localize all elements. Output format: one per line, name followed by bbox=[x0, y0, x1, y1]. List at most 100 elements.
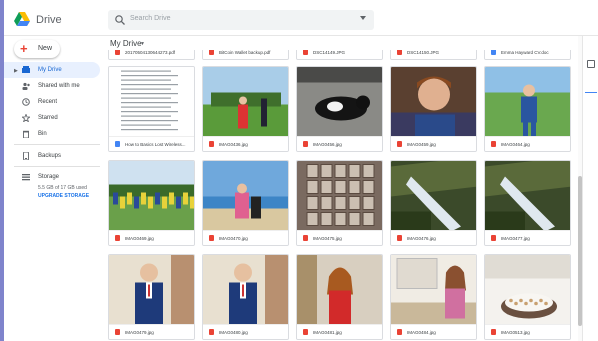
file-name: IMAG0459.jpg bbox=[407, 142, 436, 147]
image-file-icon bbox=[397, 50, 402, 55]
star-icon bbox=[22, 114, 30, 122]
drive-window: Drive Search Drive + New ▶ My Drive Shar… bbox=[0, 0, 598, 341]
file-name: IMAG0481.jpg bbox=[313, 330, 342, 335]
file-name-bar[interactable]: IMAG0479.jpg bbox=[109, 324, 194, 339]
file-name: IMAG0456.jpg bbox=[313, 142, 342, 147]
file-tile[interactable]: 20170504130644273.pdf bbox=[108, 50, 195, 60]
search-options-icon[interactable] bbox=[360, 16, 366, 20]
file-tile[interactable]: How to Basics Lost Wireless... bbox=[108, 66, 195, 152]
file-name-bar[interactable]: Emma Hayward CV.doc bbox=[485, 50, 570, 59]
file-name-bar[interactable]: IMAG0456.jpg bbox=[297, 136, 382, 151]
image-file-icon bbox=[397, 141, 402, 147]
file-name: IMAG0436.jpg bbox=[219, 142, 248, 147]
file-tile[interactable]: IMAG0479.jpg bbox=[108, 254, 195, 340]
file-name: IMAG0477.jpg bbox=[501, 236, 530, 241]
file-tile[interactable]: IMAG0513.jpg bbox=[484, 254, 571, 340]
file-name-bar[interactable]: How to Basics Lost Wireless... bbox=[109, 136, 194, 151]
file-tile[interactable]: IMAG0459.jpg bbox=[390, 66, 477, 152]
file-thumbnail[interactable] bbox=[391, 67, 477, 138]
pdf-file-icon bbox=[115, 50, 120, 55]
file-tile[interactable]: IMAG0469.jpg bbox=[108, 160, 195, 246]
image-file-icon bbox=[115, 235, 120, 241]
file-name-bar[interactable]: IMAG0459.jpg bbox=[391, 136, 476, 151]
sidebar-item-storage[interactable]: Storage bbox=[4, 169, 100, 185]
sidebar-item-starred[interactable]: Starred bbox=[4, 110, 100, 126]
file-name-bar[interactable]: IMAG0481.jpg bbox=[297, 324, 382, 339]
file-thumbnail[interactable] bbox=[297, 67, 383, 138]
file-tile[interactable]: BitCoin Wallet backup.pdf bbox=[202, 50, 289, 60]
file-name-bar[interactable]: IMAG0477.jpg bbox=[485, 230, 570, 245]
file-tile[interactable]: IMAG0476.jpg bbox=[390, 160, 477, 246]
file-tile[interactable]: IMAG0481.jpg bbox=[296, 254, 383, 340]
new-button-label: New bbox=[38, 45, 53, 52]
sidebar-item-shared[interactable]: Shared with me bbox=[4, 78, 100, 94]
file-name: IMAG0476.jpg bbox=[407, 236, 436, 241]
file-thumbnail[interactable] bbox=[391, 255, 477, 326]
file-name-bar[interactable]: DSC14150.JPG bbox=[391, 50, 476, 59]
sidebar-divider bbox=[14, 166, 100, 167]
file-name-bar[interactable]: BitCoin Wallet backup.pdf bbox=[203, 50, 288, 59]
file-tile[interactable]: IMAG0480.jpg bbox=[202, 254, 289, 340]
file-tile[interactable]: DSC14150.JPG bbox=[390, 50, 477, 60]
storage-usage-text: 5.5 GB of 17 GB used bbox=[38, 185, 87, 191]
image-file-icon bbox=[303, 329, 308, 335]
file-name: IMAG0470.jpg bbox=[219, 236, 248, 241]
file-tile[interactable]: IMAG0484.jpg bbox=[390, 254, 477, 340]
file-tile[interactable]: IMAG0436.jpg bbox=[202, 66, 289, 152]
file-tile[interactable]: IMAG0477.jpg bbox=[484, 160, 571, 246]
sidebar-item-my-drive[interactable]: ▶ My Drive bbox=[4, 62, 100, 78]
file-thumbnail[interactable] bbox=[297, 255, 383, 326]
file-name-bar[interactable]: IMAG0513.jpg bbox=[485, 324, 570, 339]
file-name-bar[interactable]: IMAG0436.jpg bbox=[203, 136, 288, 151]
file-name-bar[interactable]: IMAG0469.jpg bbox=[109, 230, 194, 245]
search-input[interactable]: Search Drive bbox=[130, 15, 170, 22]
chevron-down-icon[interactable]: ▼ bbox=[140, 41, 145, 47]
file-name-bar[interactable]: IMAG0480.jpg bbox=[203, 324, 288, 339]
file-thumbnail[interactable] bbox=[109, 255, 195, 326]
main-content: My Drive ▼ 20170504130644273.pdf BitCoin … bbox=[104, 36, 578, 341]
file-tile[interactable]: IMAG0464.jpg bbox=[484, 66, 571, 152]
file-name-bar[interactable]: IMAG0475.jpg bbox=[297, 230, 382, 245]
file-tile[interactable]: IMAG0470.jpg bbox=[202, 160, 289, 246]
sidebar-item-recent[interactable]: Recent bbox=[4, 94, 100, 110]
file-thumbnail[interactable] bbox=[203, 161, 289, 232]
breadcrumb[interactable]: My Drive bbox=[110, 39, 142, 48]
top-bar: Drive Search Drive bbox=[4, 0, 598, 36]
sidebar-item-backups[interactable]: Backups bbox=[4, 148, 100, 164]
new-button[interactable]: + New bbox=[14, 40, 60, 58]
file-thumbnail[interactable] bbox=[109, 67, 195, 138]
file-name-bar[interactable]: IMAG0484.jpg bbox=[391, 324, 476, 339]
file-name-bar[interactable]: IMAG0470.jpg bbox=[203, 230, 288, 245]
sidebar-item-label: Backups bbox=[38, 153, 62, 159]
bin-icon bbox=[23, 130, 29, 138]
upgrade-storage-link[interactable]: UPGRADE STORAGE bbox=[38, 193, 89, 199]
file-tile[interactable]: Emma Hayward CV.doc bbox=[484, 50, 571, 60]
file-thumbnail[interactable] bbox=[391, 161, 477, 232]
image-file-icon bbox=[303, 50, 308, 55]
sidebar-item-bin[interactable]: Bin bbox=[4, 126, 100, 142]
file-tile[interactable]: DSC14149.JPG bbox=[296, 50, 383, 60]
file-thumbnail[interactable] bbox=[297, 161, 383, 232]
file-name-bar[interactable]: IMAG0476.jpg bbox=[391, 230, 476, 245]
file-tile[interactable]: IMAG0475.jpg bbox=[296, 160, 383, 246]
file-thumbnail[interactable] bbox=[203, 67, 289, 138]
file-thumbnail[interactable] bbox=[485, 255, 571, 326]
file-name-bar[interactable]: IMAG0464.jpg bbox=[485, 136, 570, 151]
file-name-bar[interactable]: DSC14149.JPG bbox=[297, 50, 382, 59]
file-tile[interactable]: IMAG0456.jpg bbox=[296, 66, 383, 152]
file-thumbnail[interactable] bbox=[485, 67, 571, 138]
expand-icon[interactable]: ▶ bbox=[14, 68, 18, 74]
search-box[interactable]: Search Drive bbox=[108, 10, 374, 30]
search-icon bbox=[115, 15, 125, 25]
sidebar-item-label: Bin bbox=[38, 131, 47, 137]
file-name: How to Basics Lost Wireless... bbox=[125, 142, 186, 147]
file-thumbnail[interactable] bbox=[203, 255, 289, 326]
file-thumbnail[interactable] bbox=[109, 161, 195, 232]
file-thumbnail[interactable] bbox=[485, 161, 571, 232]
drive-logo-icon[interactable] bbox=[14, 12, 30, 26]
details-panel-icon[interactable] bbox=[587, 60, 595, 68]
file-name: IMAG0484.jpg bbox=[407, 330, 436, 335]
file-name-bar[interactable]: 20170504130644273.pdf bbox=[109, 50, 194, 59]
file-name: DSC14150.JPG bbox=[407, 50, 440, 55]
my-drive-icon bbox=[22, 66, 30, 73]
